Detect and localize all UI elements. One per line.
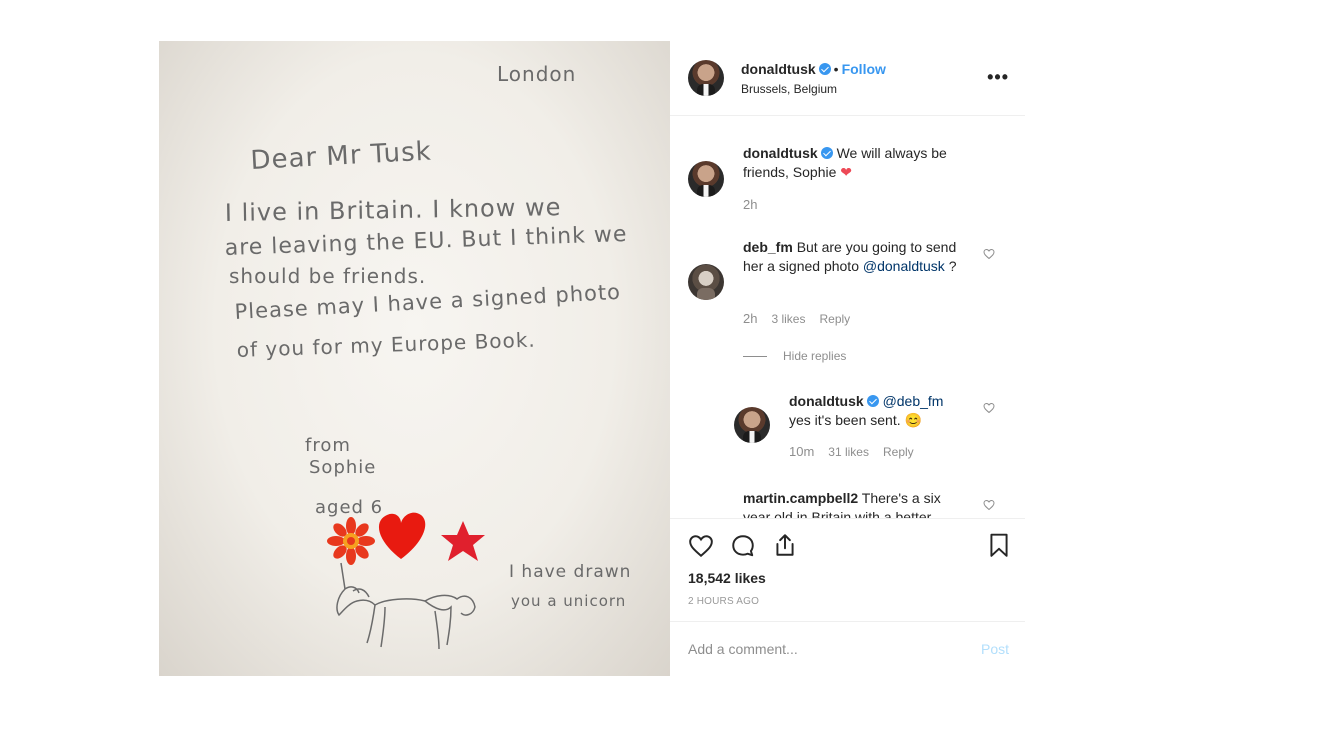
comment-input[interactable] [688,638,958,660]
avatar[interactable] [688,60,724,96]
comment-mention[interactable]: @deb_fm [883,393,944,409]
header-user-line: donaldtusk • Follow [741,61,886,79]
heart-icon[interactable] [983,402,995,414]
unicorn-drawing [336,562,476,650]
comments-list[interactable]: donaldtusk We will always be friends, So… [670,117,1025,519]
bookmark-icon[interactable] [986,532,1012,558]
likes-count[interactable]: 18,542 likes [688,570,766,586]
post-photo[interactable]: London Dear Mr Tusk I live in Britain. I… [159,41,670,676]
verified-icon [818,63,831,75]
smile-emoji: 😊 [904,412,922,428]
comment-time[interactable]: 2h [743,311,757,326]
post-location[interactable]: Brussels, Belgium [741,82,837,96]
star-drawing [441,521,485,561]
author-username[interactable]: donaldtusk [741,61,816,77]
letter-note1: I have drawn [509,562,631,582]
comment-username[interactable]: donaldtusk [743,145,818,161]
divider-line [743,356,767,358]
separator-dot: • [833,61,839,77]
avatar[interactable] [734,407,770,443]
share-icon[interactable] [772,532,798,558]
post-header: donaldtusk • Follow Brussels, Belgium ••• [670,41,1025,116]
reply-button[interactable]: Reply [883,445,914,459]
letter-line1: I live in Britain. I know we [225,193,562,227]
post-panel: donaldtusk • Follow Brussels, Belgium ••• … [670,41,1025,676]
hide-replies-label: Hide replies [783,349,847,363]
avatar[interactable] [688,161,724,197]
flower-drawing [327,517,375,565]
letter-line3: should be friends. [229,264,426,288]
post-comment-button[interactable]: Post [981,641,1009,657]
letter-city: London [497,62,576,86]
hide-replies-button[interactable]: Hide replies [743,349,846,363]
comment-icon[interactable] [730,533,756,559]
post-actions: 18,542 likes 2 HOURS AGO [670,521,1025,621]
follow-button[interactable]: Follow [842,61,886,77]
heart-drawing [378,512,426,559]
verified-icon [820,147,833,159]
heart-emoji: ❤ [840,164,853,180]
comment-username[interactable]: martin.campbell2 [743,490,858,506]
letter-note2: you a unicorn [511,592,626,610]
comment-likes[interactable]: 31 likes [828,445,869,459]
letter-from: from [305,435,351,456]
comment-time[interactable]: 2h [743,197,757,212]
letter-greeting: Dear Mr Tusk [250,137,433,176]
heart-icon[interactable] [983,499,995,511]
reply-button[interactable]: Reply [819,312,850,326]
letter-name: Sophie [309,457,376,478]
add-comment-bar: Post [670,621,1025,676]
verified-icon [866,395,879,407]
comment-likes[interactable]: 3 likes [771,312,805,326]
post-time[interactable]: 2 HOURS AGO [688,596,759,607]
comment-time[interactable]: 10m [789,444,814,459]
comment-suffix: ? [944,258,957,274]
comment-mention[interactable]: @donaldtusk [863,258,945,274]
more-icon[interactable]: ••• [987,67,1009,88]
letter-age: aged 6 [315,497,383,518]
heart-icon[interactable] [688,533,714,559]
letter-drawing: London Dear Mr Tusk I live in Britain. I… [224,62,631,650]
letter-line5: of you for my Europe Book. [236,328,536,362]
heart-icon[interactable] [983,248,995,260]
avatar[interactable] [688,264,724,300]
comment-username[interactable]: deb_fm [743,239,793,255]
letter-line2: are leaving the EU. But I think we [224,222,627,261]
comment-username[interactable]: donaldtusk [789,393,864,409]
comment-text: yes it's been sent. [789,412,901,428]
